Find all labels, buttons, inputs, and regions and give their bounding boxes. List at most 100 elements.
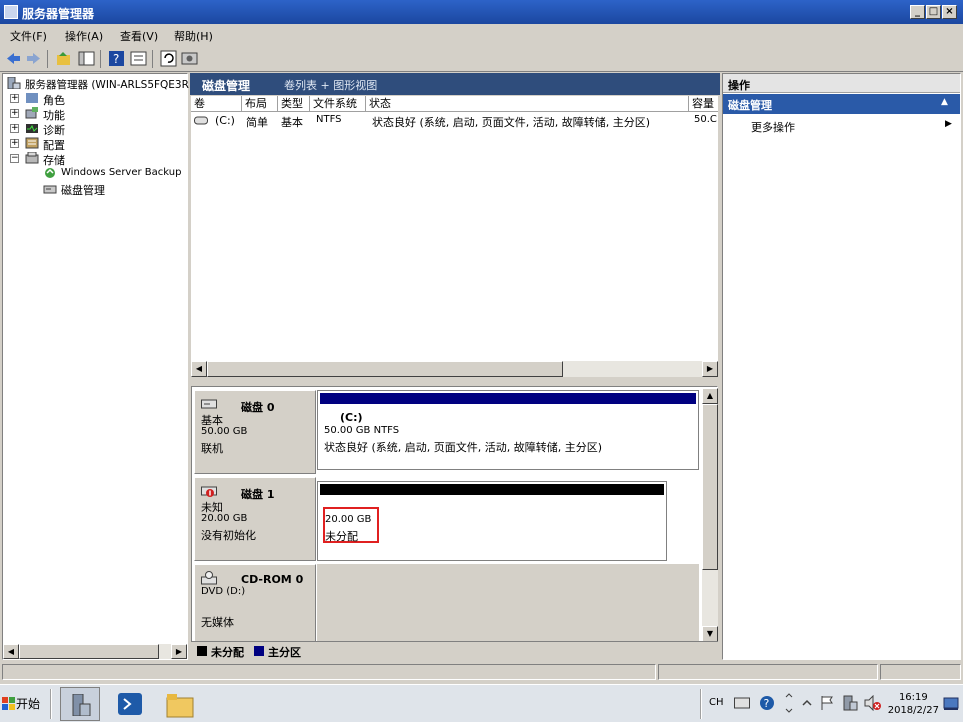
close-button[interactable]: × xyxy=(942,5,957,19)
collapse-arrow-icon[interactable]: ▲ xyxy=(941,97,948,107)
speaker-muted-icon[interactable] xyxy=(864,695,882,711)
show-hidden-icons-arrow[interactable] xyxy=(802,698,812,708)
action-center-flag-icon[interactable] xyxy=(819,695,835,711)
unallocated-status: 未分配 xyxy=(325,530,358,543)
up-folder-icon[interactable] xyxy=(55,50,72,67)
tree-item-diagnostics[interactable]: 诊断 xyxy=(43,122,65,138)
backup-icon xyxy=(45,168,55,178)
help-icon[interactable]: ? xyxy=(759,695,775,711)
maximize-button[interactable]: □ xyxy=(926,5,941,19)
diagnostics-icon xyxy=(26,124,38,133)
partition-legend: 未分配 主分区 xyxy=(191,641,718,659)
forward-arrow-icon[interactable] xyxy=(25,50,42,67)
tree-item-features[interactable]: 功能 xyxy=(43,107,65,123)
disk-icon xyxy=(201,399,217,409)
unallocated-bar xyxy=(320,484,664,495)
scroll-thumb[interactable] xyxy=(207,361,563,377)
svg-text:?: ? xyxy=(764,697,770,710)
expand-features-toggle[interactable]: + xyxy=(10,109,19,118)
view-mode-label: 卷列表 + 图形视图 xyxy=(284,79,378,92)
column-volume[interactable]: 卷 xyxy=(191,96,242,112)
actions-section-disk-management[interactable]: 磁盘管理 ▲ xyxy=(723,94,960,114)
cdrom-0-label[interactable]: CD-ROM 0 DVD (D:) 无媒体 xyxy=(194,564,316,642)
back-arrow-icon[interactable] xyxy=(5,50,22,67)
tree-horizontal-scrollbar[interactable]: ◀ ▶ xyxy=(3,644,187,659)
menu-action[interactable]: 操作(A) xyxy=(65,28,103,44)
cell-filesystem: NTFS xyxy=(316,114,342,125)
svg-text:?: ? xyxy=(113,52,119,66)
tree-item-configuration[interactable]: 配置 xyxy=(43,137,65,153)
scroll-right-arrow[interactable]: ▶ xyxy=(171,644,187,659)
tree-item-roles[interactable]: 角色 xyxy=(43,92,65,108)
menu-bar: 文件(F) 操作(A) 查看(V) 帮助(H) xyxy=(0,24,963,46)
graph-vertical-scrollbar[interactable]: ▲ ▼ xyxy=(702,388,718,642)
table-row[interactable]: (C:) 简单 基本 NTFS 状态良好 (系统, 启动, 页面文件, 活动, … xyxy=(191,113,718,129)
server-manager-icon xyxy=(4,5,18,19)
more-actions-item[interactable]: 更多操作 ▶ xyxy=(723,117,960,135)
partition-c[interactable]: (C:) 50.00 GB NTFS 状态良好 (系统, 启动, 页面文件, 活… xyxy=(317,390,699,470)
disk-1-label[interactable]: 磁盘 1 未知 20.00 GB 没有初始化 xyxy=(194,477,316,561)
ime-options-icon[interactable] xyxy=(785,691,793,715)
disk-settings-icon[interactable] xyxy=(181,50,198,67)
unallocated-size: 20.00 GB xyxy=(325,514,372,525)
minimize-button[interactable]: _ xyxy=(910,5,925,19)
tree-item-windows-server-backup[interactable]: Windows Server Backup xyxy=(61,167,181,178)
clock-date: 2018/2/27 xyxy=(887,705,939,716)
collapse-storage-toggle[interactable]: − xyxy=(10,154,19,163)
cell-volume: (C:) xyxy=(215,114,235,127)
taskbar-server-manager[interactable] xyxy=(60,687,100,721)
server-manager-tray-icon[interactable] xyxy=(842,695,858,711)
cdrom-icon xyxy=(201,571,217,585)
cell-type: 基本 xyxy=(281,116,303,129)
taskbar-explorer[interactable] xyxy=(160,687,200,721)
column-capacity[interactable]: 容量 xyxy=(689,96,718,112)
scroll-thumb[interactable] xyxy=(702,404,718,570)
language-indicator[interactable]: CH xyxy=(709,697,724,708)
column-layout[interactable]: 布局 xyxy=(242,96,278,112)
refresh-icon[interactable] xyxy=(160,50,177,67)
menu-file[interactable]: 文件(F) xyxy=(10,28,47,44)
scroll-right-arrow[interactable]: ▶ xyxy=(702,361,718,377)
menu-help[interactable]: 帮助(H) xyxy=(174,28,213,44)
column-filesystem[interactable]: 文件系统 xyxy=(310,96,366,112)
scroll-up-arrow[interactable]: ▲ xyxy=(702,388,718,404)
help-icon[interactable]: ? xyxy=(108,50,125,67)
show-hide-tree-icon[interactable] xyxy=(78,50,95,67)
menu-view[interactable]: 查看(V) xyxy=(120,28,158,44)
system-clock[interactable]: 16:19 2018/2/27 xyxy=(888,691,939,717)
start-button[interactable]: 开始 xyxy=(2,691,46,717)
column-status[interactable]: 状态 xyxy=(366,96,689,112)
expand-roles-toggle[interactable]: + xyxy=(10,94,19,103)
disk-0-label[interactable]: 磁盘 0 基本 50.00 GB 联机 xyxy=(194,390,316,474)
expand-diagnostics-toggle[interactable]: + xyxy=(10,124,19,133)
disk-0-size: 50.00 GB xyxy=(201,426,248,437)
graphical-disk-view: 磁盘 0 基本 50.00 GB 联机 (C:) 50.00 GB NTFS 状… xyxy=(191,386,718,656)
configuration-icon xyxy=(25,137,39,149)
taskbar-powershell[interactable] xyxy=(110,687,150,721)
show-desktop-icon[interactable] xyxy=(943,695,959,711)
expand-configuration-toggle[interactable]: + xyxy=(10,139,19,148)
tree-root-server-manager[interactable]: 服务器管理器 (WIN-ARLS5FQE3R xyxy=(25,77,189,92)
folder-icon xyxy=(166,694,194,718)
column-type[interactable]: 类型 xyxy=(278,96,310,112)
window-title: 服务器管理器 xyxy=(22,7,95,21)
keyboard-icon[interactable] xyxy=(734,696,750,710)
server-icon xyxy=(7,77,21,89)
server-manager-icon xyxy=(72,694,91,716)
scroll-left-arrow[interactable]: ◀ xyxy=(191,361,207,377)
scroll-left-arrow[interactable]: ◀ xyxy=(3,644,19,659)
unallocated-region[interactable]: 20.00 GB 未分配 xyxy=(317,481,667,561)
disk-management-icon xyxy=(43,185,57,194)
unallocated-swatch xyxy=(197,646,207,656)
tree-item-disk-management[interactable]: 磁盘管理 xyxy=(61,182,105,198)
list-horizontal-scrollbar[interactable]: ◀ ▶ xyxy=(191,361,718,377)
windows-logo-icon xyxy=(2,697,15,710)
cdrom-0-drive: DVD (D:) xyxy=(201,586,246,597)
properties-icon[interactable] xyxy=(130,50,147,67)
scroll-down-arrow[interactable]: ▼ xyxy=(702,626,718,642)
tree-item-storage[interactable]: 存储 xyxy=(43,152,65,168)
roles-icon xyxy=(26,93,38,103)
scroll-thumb[interactable] xyxy=(19,644,159,659)
disk-warning-icon xyxy=(201,486,217,497)
volume-icon xyxy=(194,116,208,125)
